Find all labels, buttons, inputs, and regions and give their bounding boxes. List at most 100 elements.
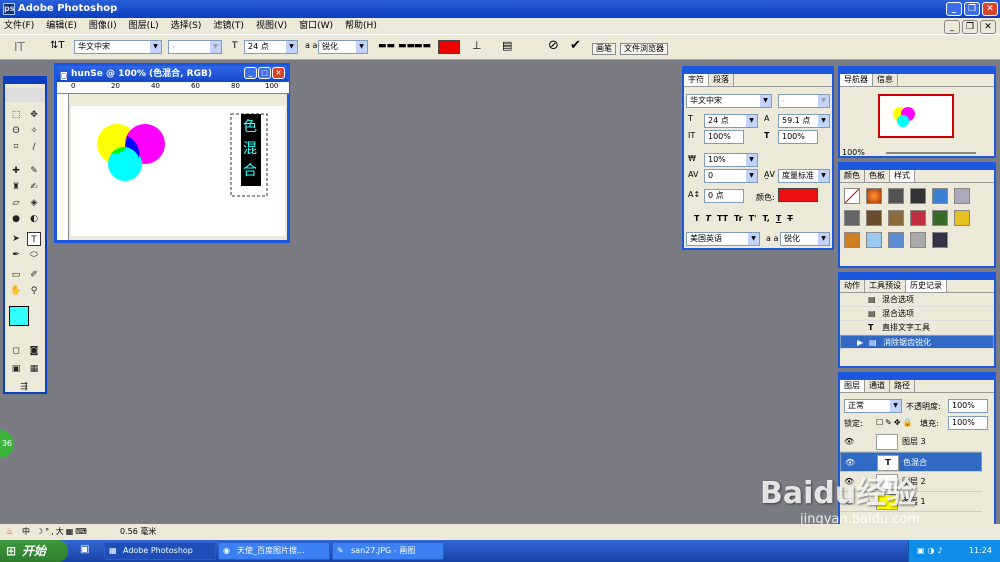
tab-actions[interactable]: 动作 bbox=[840, 280, 865, 292]
menu-file[interactable]: 文件(F) bbox=[4, 18, 34, 34]
style-swatch[interactable] bbox=[910, 188, 926, 204]
tab-file-browser[interactable]: 文件浏览器 bbox=[620, 43, 668, 55]
text-orientation-icon[interactable]: ⇅T bbox=[50, 40, 65, 51]
doc-restore-button[interactable]: ❐ bbox=[962, 20, 978, 34]
task-paint[interactable]: ✎ san27.JPG - 画图 bbox=[332, 542, 444, 560]
lasso-tool-icon[interactable]: ʘ bbox=[9, 124, 23, 138]
menu-filter[interactable]: 滤镜(T) bbox=[213, 18, 244, 34]
doc-window-maximize[interactable]: □ bbox=[258, 67, 271, 79]
menu-view[interactable]: 视图(V) bbox=[256, 18, 287, 34]
ime-mode[interactable]: 中 bbox=[22, 524, 30, 540]
char-hscale-input[interactable]: 100% bbox=[778, 130, 818, 144]
pen-tool-icon[interactable]: ✒ bbox=[9, 248, 23, 262]
style-swatch[interactable] bbox=[888, 188, 904, 204]
style-swatch[interactable] bbox=[910, 210, 926, 226]
text-color-swatch[interactable] bbox=[438, 40, 460, 54]
doc-close-button[interactable]: ✕ bbox=[980, 20, 996, 34]
style-swatch[interactable] bbox=[954, 210, 970, 226]
paint-bucket-tool-icon[interactable]: ◈ bbox=[27, 196, 41, 210]
faux-italic-button[interactable]: T bbox=[705, 214, 710, 223]
menu-help[interactable]: 帮助(H) bbox=[345, 18, 377, 34]
jump-to-imageready-icon[interactable]: ⇶ bbox=[17, 380, 31, 394]
history-item[interactable]: T 直排文字工具 bbox=[840, 321, 994, 335]
font-family-select[interactable]: 华文中宋 ▼ bbox=[74, 40, 162, 54]
tab-navigator[interactable]: 导航器 bbox=[840, 74, 873, 86]
menu-image[interactable]: 图像(I) bbox=[89, 18, 117, 34]
history-item[interactable]: ▤ 混合选项 bbox=[840, 293, 994, 307]
small-caps-button[interactable]: Tr bbox=[734, 214, 743, 223]
eraser-tool-icon[interactable]: ▱ bbox=[9, 196, 23, 210]
tab-tool-presets[interactable]: 工具预设 bbox=[865, 280, 906, 292]
start-button[interactable]: ⊞ 开始 bbox=[0, 540, 68, 562]
tab-paths[interactable]: 路径 bbox=[890, 380, 915, 392]
char-leading-select[interactable]: 59.1 点 ▼ bbox=[778, 114, 830, 128]
style-none[interactable] bbox=[844, 188, 860, 204]
path-selection-tool-icon[interactable]: ➤ bbox=[9, 232, 23, 246]
layer-row[interactable]: 👁 图层 3 bbox=[840, 432, 982, 452]
shape-tool-icon[interactable]: ⬭ bbox=[27, 248, 41, 262]
char-tracking-select[interactable]: 10% ▼ bbox=[704, 153, 758, 167]
menu-edit[interactable]: 编辑(E) bbox=[46, 18, 77, 34]
tray-icons[interactable]: ▣◑♪ bbox=[917, 540, 946, 562]
style-swatch[interactable] bbox=[932, 188, 948, 204]
restore-button[interactable]: ❐ bbox=[964, 2, 980, 16]
char-size-select[interactable]: 24 点 ▼ bbox=[704, 114, 758, 128]
char-font-style-select[interactable]: - ▼ bbox=[778, 94, 830, 108]
lock-icons[interactable]: ☐✎✥🔒 bbox=[876, 418, 915, 427]
tab-info[interactable]: 信息 bbox=[873, 74, 898, 86]
menu-select[interactable]: 选择(S) bbox=[171, 18, 202, 34]
eyedropper-tool-icon[interactable]: ✐ bbox=[27, 268, 41, 282]
ime-icon[interactable]: ♨ bbox=[6, 524, 13, 540]
style-swatch[interactable] bbox=[844, 210, 860, 226]
close-button[interactable]: ✕ bbox=[982, 2, 998, 16]
opacity-input[interactable]: 100% bbox=[948, 399, 988, 413]
style-swatch[interactable] bbox=[866, 188, 882, 204]
tab-swatches[interactable]: 色板 bbox=[865, 170, 890, 182]
marquee-tool-icon[interactable]: ⬚ bbox=[9, 108, 23, 122]
style-swatch[interactable] bbox=[866, 232, 882, 248]
navigator-preview[interactable] bbox=[878, 94, 954, 138]
quickmask-mode-icon[interactable]: ◙ bbox=[27, 344, 41, 358]
align-right-icon[interactable]: ▬▬ bbox=[414, 41, 431, 51]
crop-tool-icon[interactable]: ⌗ bbox=[9, 140, 23, 154]
style-swatch[interactable] bbox=[888, 210, 904, 226]
commit-edit-icon[interactable]: ✔ bbox=[570, 38, 581, 53]
history-brush-tool-icon[interactable]: ✍ bbox=[27, 180, 41, 194]
style-swatch[interactable] bbox=[844, 232, 860, 248]
tab-styles[interactable]: 样式 bbox=[890, 170, 915, 182]
screen-mode-icon[interactable]: ▣ bbox=[9, 362, 23, 376]
blur-tool-icon[interactable]: ● bbox=[9, 212, 23, 226]
slice-tool-icon[interactable]: ∕ bbox=[27, 140, 41, 154]
type-tool-preset-icon[interactable]: IT bbox=[14, 40, 25, 54]
fullscreen-mode-icon[interactable]: ▦ bbox=[27, 362, 41, 376]
char-antialias-select[interactable]: 锐化 ▼ bbox=[780, 232, 830, 246]
notes-tool-icon[interactable]: ▭ bbox=[9, 268, 23, 282]
navigator-zoom[interactable]: 100% bbox=[842, 148, 865, 157]
char-language-select[interactable]: 美国英语 ▼ bbox=[686, 232, 760, 246]
palettes-icon[interactable]: ▤ bbox=[502, 39, 512, 52]
antialias-select[interactable]: 锐化 ▼ bbox=[318, 40, 368, 54]
menu-layer[interactable]: 图层(L) bbox=[129, 18, 159, 34]
char-color-swatch[interactable] bbox=[778, 188, 818, 202]
foreground-color-swatch[interactable] bbox=[9, 306, 29, 326]
history-item[interactable]: ▤ 混合选项 bbox=[840, 307, 994, 321]
ime-toolbar-icons[interactable]: ☽°,大▦⌨ bbox=[36, 524, 89, 540]
tab-paragraph[interactable]: 段落 bbox=[709, 74, 734, 86]
clone-stamp-tool-icon[interactable]: ♜ bbox=[9, 180, 23, 194]
cancel-edit-icon[interactable]: ⊘ bbox=[548, 38, 559, 53]
char-kern-mode-select[interactable]: 度量标准 ▼ bbox=[778, 169, 830, 183]
fill-input[interactable]: 100% bbox=[948, 416, 988, 430]
tab-layers[interactable]: 图层 bbox=[840, 380, 865, 392]
eye-icon[interactable]: 👁 bbox=[844, 432, 854, 452]
blend-mode-select[interactable]: 正常 ▼ bbox=[844, 399, 902, 413]
standard-mode-icon[interactable]: ◻ bbox=[9, 344, 23, 358]
document-canvas[interactable]: 色 混 合 bbox=[71, 106, 285, 236]
task-photoshop[interactable]: ▦ Adobe Photoshop bbox=[104, 542, 216, 560]
align-center-icon[interactable]: ▬▬ bbox=[398, 41, 415, 51]
quicklaunch-icon[interactable]: ▣ bbox=[80, 544, 89, 555]
tab-character[interactable]: 字符 bbox=[684, 74, 709, 86]
history-item[interactable]: ▶ ▤ 消除锯齿锐化 bbox=[840, 335, 994, 349]
tab-brushes[interactable]: 画笔 bbox=[592, 43, 616, 55]
tab-color[interactable]: 颜色 bbox=[840, 170, 865, 182]
style-swatch[interactable] bbox=[910, 232, 926, 248]
